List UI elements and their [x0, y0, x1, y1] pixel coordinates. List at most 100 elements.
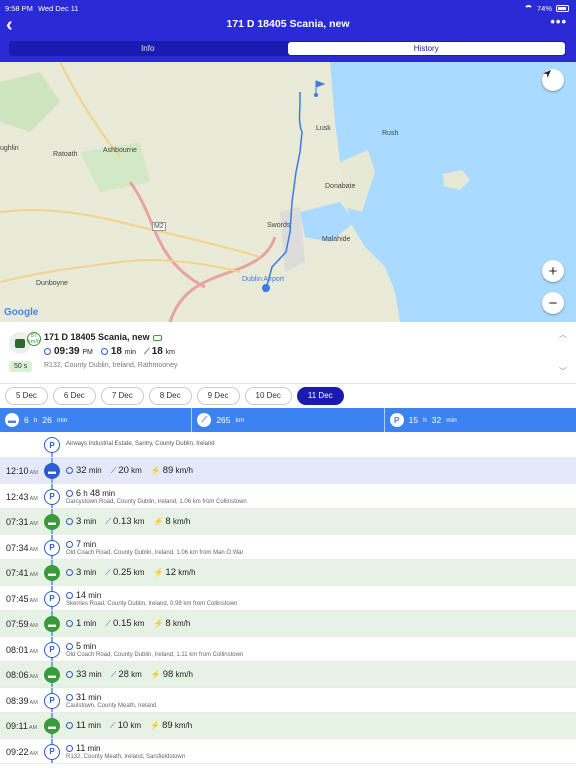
vehicle-info-panel[interactable]: 87 km/h 50 s 171 D 18405 Scania, new 09:…	[0, 322, 576, 384]
speed-icon: ⚡	[153, 619, 164, 628]
zoom-out-button[interactable]: −	[542, 292, 564, 314]
list-item[interactable]: 07:45AM P 14 min Skerries Road, County Dubl…	[0, 585, 576, 611]
summary-drive-min: 26	[42, 415, 52, 425]
row-time-ampm: AM	[29, 699, 38, 706]
tab-info[interactable]: Info	[9, 41, 287, 56]
row-time-value: 07:31	[6, 517, 29, 527]
day-chip-11dec[interactable]: 11 Dec	[296, 386, 344, 405]
list-item[interactable]: 07:31AM ▬ 3 min ⟋ 0.13 km ⚡ 8 km/h	[0, 509, 576, 535]
map-view[interactable]: Lusk Rush Ratoath Ashbourne Donabate Swo…	[0, 62, 576, 322]
drive-duration-unit: min	[88, 721, 101, 730]
drive-distance-unit: km	[131, 466, 142, 475]
history-list: P Airways Industrial Estate, Santry, Cou…	[0, 432, 576, 764]
status-time: 9:58 PM	[5, 3, 33, 13]
drive-distance: 20	[118, 465, 129, 476]
drive-duration: 32	[76, 465, 87, 476]
stop-duration: 5 min	[66, 641, 96, 651]
summary-drive-min-unit: min	[56, 416, 68, 424]
drive-speed-unit: km/h	[175, 670, 193, 679]
chevron-up-icon[interactable]: ︿	[559, 329, 567, 340]
vehicle-distance: ⟋ 18 km	[144, 346, 175, 357]
stop-duration-value: 6	[76, 487, 82, 498]
drive-distance-unit: km	[133, 619, 145, 628]
row-time-value: 07:41	[6, 568, 29, 578]
more-options-button[interactable]: •••	[550, 14, 567, 29]
drive-distance-unit: km	[133, 568, 145, 577]
list-item[interactable]: 08:01AM P 5 min Old Coach Road, County Dubl…	[0, 636, 576, 662]
row-time: 09:22AM	[6, 747, 38, 757]
tab-history[interactable]: History	[287, 42, 565, 55]
wifi-icon	[523, 5, 533, 11]
row-time: 07:31AM	[6, 517, 38, 527]
vehicle-duration: 18 min	[100, 346, 136, 357]
day-chip-5dec[interactable]: 5 Dec	[5, 386, 48, 405]
row-time-ampm: AM	[28, 725, 38, 731]
summary-stop-h: h	[423, 416, 427, 424]
date-selector: 5 Dec 6 Dec 7 Dec 8 Dec 9 Dec 10 Dec 11 …	[0, 384, 576, 407]
stop-duration-unit: min	[88, 590, 102, 600]
row-time: 08:01AM	[6, 645, 38, 655]
zoom-in-button[interactable]: +	[542, 260, 564, 282]
list-item[interactable]: 09:22AM P 11 min R132, County Meath, Irelan…	[0, 738, 576, 764]
stop-duration: 6 h 48 min	[66, 488, 115, 498]
list-item[interactable]: 07:34AM P 7 min Old Coach Road, County Dubl…	[0, 534, 576, 560]
speed-icon: ⚡	[150, 721, 161, 730]
list-item[interactable]: 07:41AM ▬ 3 min ⟋ 0.25 km ⚡ 12 km/h	[0, 560, 576, 586]
list-item[interactable]: P Airways Industrial Estate, Santry, Cou…	[0, 432, 576, 458]
map-label-lusk: Lusk	[316, 125, 331, 132]
map-label-ratoath: Ratoath	[53, 151, 78, 158]
list-item[interactable]: 08:06AM ▬ 33 min ⟋ 28 km ⚡ 98 km/h	[0, 662, 576, 688]
drive-speed-unit: km/h	[172, 619, 191, 628]
drive-stats: 11 min ⟋ 10 km ⚡ 89 km/h	[66, 720, 192, 731]
day-chip-7dec[interactable]: 7 Dec	[100, 386, 144, 405]
map-label-malahide: Malahide	[322, 236, 351, 243]
drive-distance: 0.15	[113, 618, 132, 629]
car-icon: ▬	[44, 616, 60, 632]
clock-icon	[66, 518, 73, 526]
list-item[interactable]: 08:39AM P 31 min Caulstown, County Meath, I…	[0, 687, 576, 713]
drive-distance-unit: km	[131, 670, 142, 679]
drive-stats: 3 min ⟋ 0.13 km ⚡ 8 km/h	[66, 516, 190, 527]
drive-speed: 98	[162, 669, 174, 680]
list-item[interactable]: 12:10AM ▬ 32 min ⟋ 20 km ⚡ 89 km/h	[0, 458, 576, 484]
row-time: 09:11AM	[6, 721, 37, 731]
row-time-value: 12:10	[6, 466, 29, 476]
chevron-down-icon[interactable]: ﹀	[559, 366, 567, 377]
distance-icon: ⟋	[105, 619, 112, 628]
parking-icon: P	[44, 539, 60, 556]
summary-drive-h: h	[33, 416, 38, 424]
drive-duration: 3	[76, 567, 82, 578]
list-item[interactable]: 12:43AM P 6 h 48 min Darcystown Road, Count…	[0, 483, 576, 509]
app-header: 9:58 PM Wed Dec 11 74% ‹ 171 D 18405 Scan…	[0, 0, 576, 62]
stop-duration-unit: min	[88, 692, 102, 702]
day-chip-8dec[interactable]: 8 Dec	[148, 386, 192, 405]
row-time-value: 07:45	[6, 593, 29, 604]
drive-speed: 89	[162, 720, 173, 731]
day-chip-6dec[interactable]: 6 Dec	[52, 386, 96, 405]
vehicle-name-text: 171 D 18405 Scania, new	[44, 332, 150, 342]
list-item[interactable]: 07:59AM ▬ 1 min ⟋ 0.15 km ⚡ 8 km/h	[0, 611, 576, 637]
row-time: 12:43AM	[6, 492, 38, 502]
vehicle-duration-value: 18	[110, 346, 122, 357]
speed-badge: 87 km/h	[27, 332, 41, 346]
battery-percent: 74%	[536, 3, 552, 13]
locate-button[interactable]	[542, 69, 564, 91]
drive-duration: 33	[76, 669, 87, 680]
drive-speed: 8	[165, 516, 171, 527]
clock-icon	[66, 620, 73, 628]
route-icon: ⟋	[197, 413, 212, 427]
drive-duration-unit: min	[83, 568, 97, 577]
summary-bar: ▬ 6 h 26 min ⟋ 265 km P 15 h 32 min	[0, 408, 576, 432]
stop-address: R132, County Meath, Ireland, Sarsfieldst…	[66, 753, 186, 760]
drive-speed-unit: km/h	[172, 517, 191, 526]
day-chip-9dec[interactable]: 9 Dec	[196, 386, 240, 405]
summary-stop: P 15 h 32 min	[385, 408, 576, 432]
stop-address: Old Coach Road, County Dublin, Ireland, …	[66, 549, 244, 556]
clock-icon	[66, 569, 73, 577]
map-label-ashbourne: Ashbourne	[103, 147, 137, 154]
list-item[interactable]: 09:11AM ▬ 11 min ⟋ 10 km ⚡ 89 km/h	[0, 713, 576, 739]
stop-duration: 11 min	[66, 743, 100, 753]
clock-icon	[66, 722, 73, 730]
day-chip-10dec[interactable]: 10 Dec	[244, 386, 292, 405]
parking-icon: P	[44, 641, 60, 658]
